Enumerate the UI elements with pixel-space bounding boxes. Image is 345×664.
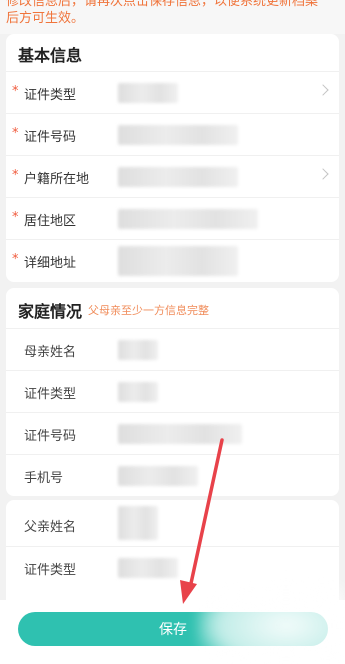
father-id-type-label: 证件类型 (24, 563, 77, 578)
required-mark: * (12, 126, 19, 141)
row-household-location[interactable]: * 户籍所在地 (6, 155, 339, 197)
row-id-number[interactable]: * 证件号码 (6, 113, 339, 155)
blur-overlay (198, 578, 345, 664)
required-mark: * (12, 210, 19, 225)
father-name-value (118, 506, 158, 540)
family-info-title: 家庭情况 (18, 302, 83, 321)
row-id-type[interactable]: * 证件类型 (6, 71, 339, 113)
row-residence-area[interactable]: * 居住地区 (6, 197, 339, 239)
family-info-card: 家庭情况 父母亲至少一方信息完整 母亲姓名 证件类型 证件号码 手机号 (6, 288, 339, 496)
row-mother-phone[interactable]: 手机号 (6, 454, 339, 496)
basic-info-card: 基本信息 * 证件类型 * 证件号码 * 户籍所在地 * 居住地区 * 详细地址 (6, 34, 339, 282)
residence-area-value (118, 209, 258, 229)
mother-phone-value (118, 466, 198, 486)
basic-info-title: 基本信息 (18, 46, 83, 65)
mother-id-number-label: 证件号码 (24, 429, 77, 444)
required-mark: * (12, 84, 19, 99)
mother-name-value (118, 340, 158, 360)
chevron-right-icon (317, 84, 329, 96)
mother-name-label: 母亲姓名 (24, 345, 77, 360)
required-mark: * (12, 168, 19, 183)
chevron-right-icon (317, 168, 329, 180)
mother-id-number-value (118, 424, 242, 444)
mother-phone-label: 手机号 (24, 471, 64, 486)
mother-id-type-value (118, 382, 158, 402)
notice-banner: 修改信息后，请再次点击保存信息，以便系统更新档案 后方可生效。 (0, 0, 345, 34)
mother-id-type-label: 证件类型 (24, 387, 77, 402)
id-number-value (118, 125, 238, 145)
id-number-label: 证件号码 (24, 130, 77, 145)
household-location-label: 户籍所在地 (24, 172, 90, 187)
detailed-address-value (118, 246, 238, 276)
row-mother-id-number[interactable]: 证件号码 (6, 412, 339, 454)
household-location-value (118, 167, 238, 187)
row-father-name[interactable]: 父亲姓名 (6, 504, 339, 546)
id-type-label: 证件类型 (24, 88, 77, 103)
father-id-type-value (118, 558, 178, 578)
notice-text-line2: 后方可生效。 (6, 11, 85, 26)
row-detailed-address[interactable]: * 详细地址 (6, 239, 339, 281)
id-type-value (118, 83, 178, 103)
row-mother-name[interactable]: 母亲姓名 (6, 328, 339, 370)
required-mark: * (12, 252, 19, 267)
residence-area-label: 居住地区 (24, 214, 77, 229)
row-mother-id-type[interactable]: 证件类型 (6, 370, 339, 412)
father-name-label: 父亲姓名 (24, 520, 77, 535)
family-info-hint: 父母亲至少一方信息完整 (88, 304, 209, 317)
detailed-address-label: 详细地址 (24, 256, 77, 271)
